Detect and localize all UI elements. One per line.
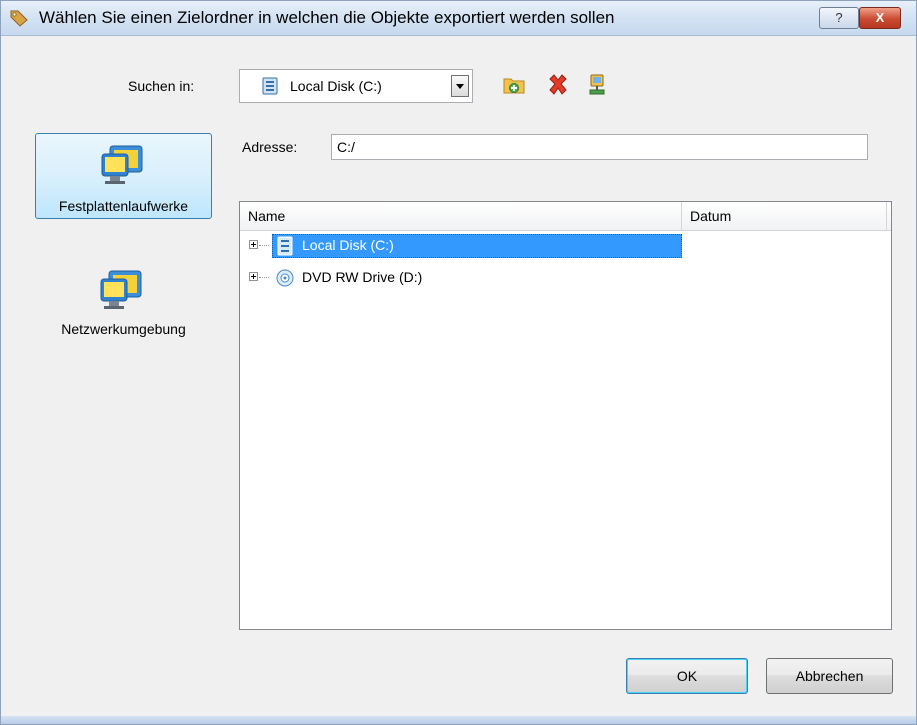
folder-list[interactable]: Name Datum Local Disk (C:) DVD RW Drive … bbox=[239, 201, 892, 630]
row-label: DVD RW Drive (D:) bbox=[302, 269, 423, 285]
expand-icon[interactable] bbox=[249, 240, 258, 249]
look-in-value: Local Disk (C:) bbox=[290, 78, 382, 94]
sidebar-item-netzwerkumgebung[interactable]: Netzwerkumgebung bbox=[35, 263, 212, 349]
look-in-dropdown[interactable]: Local Disk (C:) bbox=[239, 69, 473, 103]
computer-icon bbox=[100, 270, 142, 309]
computer-icon bbox=[101, 145, 143, 184]
window-title: Wählen Sie einen Zielordner in welchen d… bbox=[39, 8, 615, 27]
delete-icon[interactable] bbox=[546, 73, 570, 97]
column-header-name[interactable]: Name bbox=[240, 202, 682, 230]
row-label: Local Disk (C:) bbox=[302, 237, 394, 253]
tree-connector bbox=[259, 277, 269, 278]
tag-icon bbox=[10, 10, 28, 27]
network-drive-icon[interactable] bbox=[585, 73, 609, 97]
window-border-bottom bbox=[1, 716, 916, 724]
dvd-drive-icon bbox=[276, 269, 294, 287]
tree-row[interactable]: Local Disk (C:) bbox=[240, 234, 900, 258]
chevron-down-icon[interactable] bbox=[451, 75, 469, 97]
new-folder-icon[interactable] bbox=[502, 73, 526, 97]
close-button[interactable]: X bbox=[859, 7, 901, 29]
sidebar-item-label: Netzwerkumgebung bbox=[61, 321, 186, 337]
sidebar-item-label: Festplattenlaufwerke bbox=[58, 198, 189, 214]
cancel-button[interactable]: Abbrechen bbox=[766, 658, 893, 694]
address-input[interactable] bbox=[331, 134, 868, 160]
title-bar[interactable]: Wählen Sie einen Zielordner in welchen d… bbox=[1, 1, 916, 36]
list-header: Name Datum bbox=[240, 202, 891, 231]
dialog-window: Wählen Sie einen Zielordner in welchen d… bbox=[0, 0, 917, 725]
hard-disk-icon bbox=[277, 236, 293, 256]
tree-connector bbox=[259, 245, 269, 246]
tree-row[interactable]: DVD RW Drive (D:) bbox=[240, 266, 900, 290]
address-label: Adresse: bbox=[242, 139, 298, 155]
expand-icon[interactable] bbox=[249, 272, 258, 281]
hard-disk-icon bbox=[262, 77, 278, 95]
look-in-label: Suchen in: bbox=[128, 78, 195, 94]
sidebar-item-festplattenlaufwerke[interactable]: Festplattenlaufwerke bbox=[35, 133, 212, 219]
column-header-date[interactable]: Datum bbox=[682, 202, 887, 230]
help-button[interactable]: ? bbox=[819, 7, 859, 29]
ok-button[interactable]: OK bbox=[626, 658, 748, 694]
